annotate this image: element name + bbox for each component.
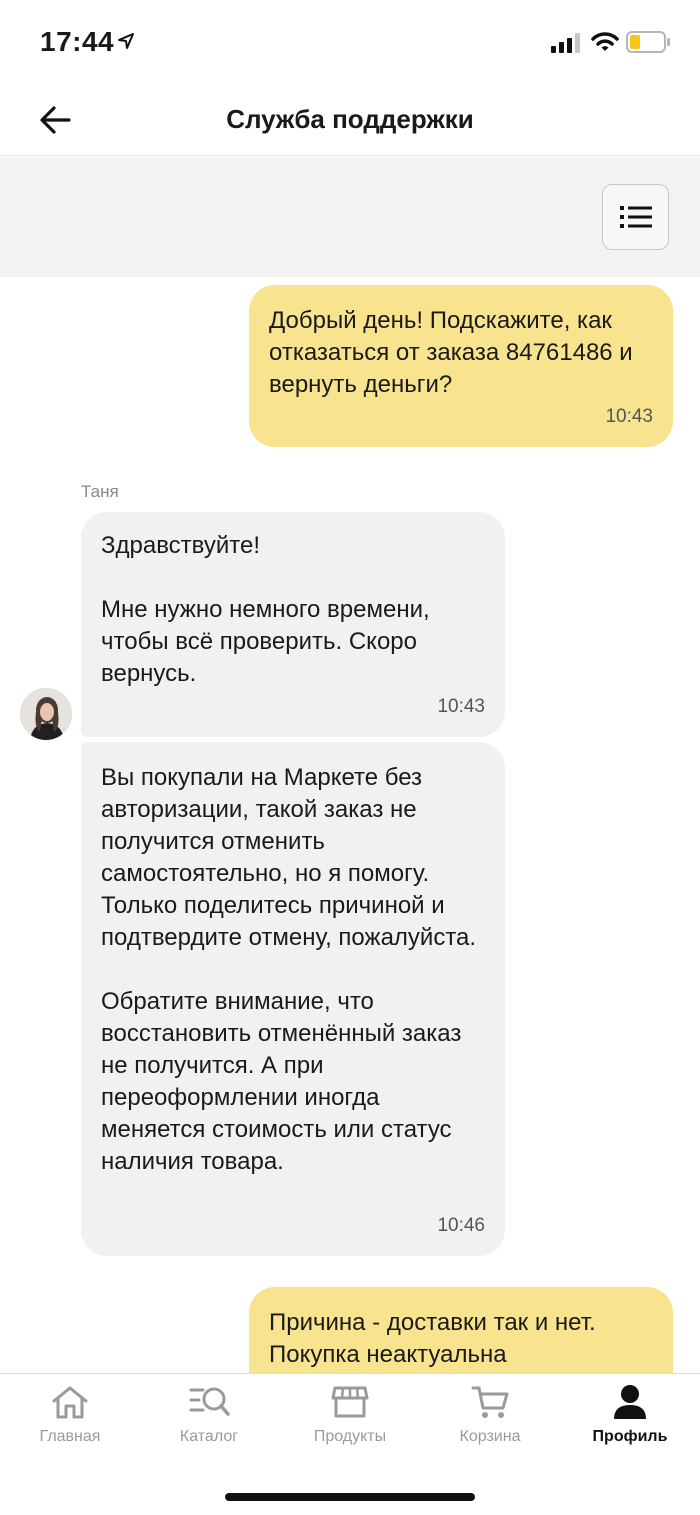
message-text: Причина - доставки так и нет. Покупка не… (269, 1309, 596, 1368)
app-header: Служба поддержки (0, 84, 700, 156)
tab-home[interactable]: Главная (0, 1384, 140, 1464)
store-icon (331, 1386, 369, 1418)
message-text: Добрый день! Подскажите, как отказаться … (269, 307, 633, 398)
agent-name: Таня (81, 482, 119, 501)
catalog-search-icon (189, 1387, 230, 1416)
message-time: 10:46 (437, 1215, 485, 1236)
cellular-signal-icon (551, 33, 580, 53)
tab-cart[interactable]: Корзина (420, 1384, 560, 1464)
message-time: 10:43 (437, 696, 485, 717)
outgoing-message[interactable]: Добрый день! Подскажите, как отказаться … (249, 285, 673, 447)
agent-avatar (20, 688, 72, 740)
tab-label: Профиль (592, 1428, 668, 1445)
message-time: 10:43 (605, 406, 653, 427)
outgoing-message[interactable]: Причина - доставки так и нет. Покупка не… (249, 1287, 673, 1373)
tab-profile[interactable]: Профиль (560, 1384, 700, 1464)
status-bar: 17:44 (0, 0, 700, 84)
tab-products[interactable]: Продукты (280, 1384, 420, 1464)
battery-icon (626, 31, 670, 53)
cart-icon (471, 1386, 509, 1418)
tab-label: Каталог (179, 1428, 239, 1445)
tab-label: Корзина (459, 1428, 521, 1445)
incoming-message[interactable]: Вы покупали на Маркете без авторизации, … (81, 742, 505, 1256)
message-text: Здравствуйте! Мне нужно немного времени,… (101, 532, 430, 687)
chat-toolbar (0, 157, 700, 277)
profile-icon (614, 1385, 646, 1419)
list-menu-icon (620, 206, 652, 228)
location-arrow-icon (118, 33, 134, 49)
tab-label: Главная (39, 1428, 101, 1445)
tab-catalog[interactable]: Каталог (139, 1384, 279, 1464)
message-text: Вы покупали на Маркете без авторизации, … (101, 764, 477, 1175)
status-time: 17:44 (40, 26, 115, 57)
home-icon (52, 1386, 88, 1419)
wifi-icon (591, 32, 619, 51)
chat-messages[interactable]: Добрый день! Подскажите, как отказаться … (0, 277, 700, 1373)
menu-button[interactable] (602, 184, 669, 250)
incoming-message[interactable]: Здравствуйте! Мне нужно немного времени,… (81, 512, 505, 737)
tab-label: Продукты (313, 1428, 387, 1445)
page-title: Служба поддержки (226, 104, 474, 134)
avatar-photo (20, 688, 72, 740)
home-indicator (225, 1493, 475, 1501)
